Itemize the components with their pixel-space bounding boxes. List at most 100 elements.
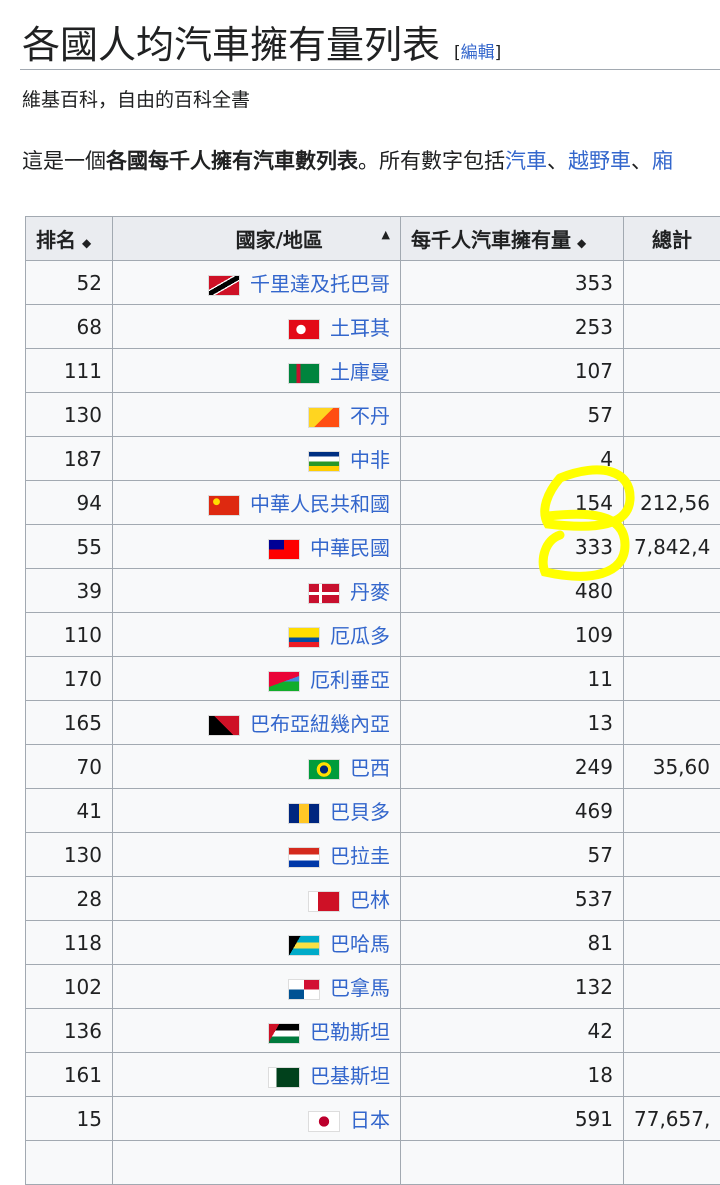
per-1000-cell: 253 xyxy=(401,305,624,349)
flag-icon xyxy=(308,759,340,780)
rank-cell: 94 xyxy=(26,481,113,525)
table-row: 70 巴西 249 35,60 xyxy=(26,745,720,789)
table-row: 55 中華民國 333 7,842,4 xyxy=(26,525,720,569)
country-cell: 丹麥 xyxy=(113,569,401,613)
flag-icon xyxy=(288,627,320,648)
country-link[interactable]: 中華人民共和國 xyxy=(250,492,390,516)
header-rank[interactable]: 排名◆ xyxy=(26,217,113,261)
total-cell xyxy=(624,1141,720,1185)
rank-cell: 52 xyxy=(26,261,113,305)
country-cell: 巴基斯坦 xyxy=(113,1053,401,1097)
country-link[interactable]: 厄瓜多 xyxy=(330,624,390,648)
header-per-1000[interactable]: 每千人汽車擁有量◆ xyxy=(401,217,624,261)
table-row: 39 丹麥 480 xyxy=(26,569,720,613)
table-row: 52 千里達及托巴哥 353 xyxy=(26,261,720,305)
total-cell: 212,56 xyxy=(624,481,720,525)
country-cell: 巴勒斯坦 xyxy=(113,1009,401,1053)
country-link[interactable]: 不丹 xyxy=(350,404,390,428)
edit-section: [編輯] xyxy=(454,43,501,63)
flag-icon xyxy=(288,847,320,868)
table-row: 68 土耳其 253 xyxy=(26,305,720,349)
country-link[interactable]: 巴貝多 xyxy=(330,800,390,824)
link-car[interactable]: 汽車 xyxy=(505,149,547,173)
total-cell xyxy=(624,261,720,305)
rank-cell: 28 xyxy=(26,877,113,921)
table-row: 170 厄利垂亞 11 xyxy=(26,657,720,701)
total-cell xyxy=(624,437,720,481)
country-link[interactable]: 厄利垂亞 xyxy=(310,668,390,692)
country-link[interactable]: 巴哈馬 xyxy=(330,932,390,956)
total-cell xyxy=(624,877,720,921)
page-title: 各國人均汽車擁有量列表[編輯] xyxy=(22,14,501,69)
table-row: 187 中非 4 xyxy=(26,437,720,481)
per-1000-cell: 13 xyxy=(401,701,624,745)
sort-ascending-icon: ▲ xyxy=(382,228,390,241)
table-row: 130 不丹 57 xyxy=(26,393,720,437)
intro-bold: 各國每千人擁有汽車數列表 xyxy=(106,149,358,173)
per-1000-cell: 18 xyxy=(401,1053,624,1097)
per-1000-cell: 353 xyxy=(401,261,624,305)
table-row xyxy=(26,1141,720,1185)
rank-cell: 130 xyxy=(26,393,113,437)
flag-icon xyxy=(308,891,340,912)
flag-icon xyxy=(268,1067,300,1088)
per-1000-cell: 537 xyxy=(401,877,624,921)
table-row: 130 巴拉圭 57 xyxy=(26,833,720,877)
country-link[interactable]: 中非 xyxy=(350,448,390,472)
country-link[interactable]: 千里達及托巴哥 xyxy=(250,272,390,296)
country-link[interactable]: 日本 xyxy=(350,1108,390,1132)
country-link[interactable]: 巴布亞紐幾內亞 xyxy=(250,712,390,736)
car-ownership-table: 排名◆ 國家/地區▲ 每千人汽車擁有量◆ 總計 52 千里達及托巴哥 353 6… xyxy=(25,216,720,1185)
flag-icon xyxy=(288,935,320,956)
country-link[interactable]: 巴林 xyxy=(350,888,390,912)
flag-icon xyxy=(268,1023,300,1044)
country-link[interactable]: 土耳其 xyxy=(330,316,390,340)
country-link[interactable]: 丹麥 xyxy=(350,580,390,604)
header-label: 總計 xyxy=(652,228,692,252)
rank-cell: 187 xyxy=(26,437,113,481)
link-van[interactable]: 廂 xyxy=(652,149,673,173)
per-1000-cell: 11 xyxy=(401,657,624,701)
country-cell: 中華人民共和國 xyxy=(113,481,401,525)
country-cell: 巴貝多 xyxy=(113,789,401,833)
rank-cell: 15 xyxy=(26,1097,113,1141)
per-1000-cell: 154 xyxy=(401,481,624,525)
flag-icon xyxy=(208,715,240,736)
table-row: 111 土庫曼 107 xyxy=(26,349,720,393)
rank-cell: 161 xyxy=(26,1053,113,1097)
total-cell xyxy=(624,921,720,965)
flag-icon xyxy=(288,979,320,1000)
per-1000-cell: 333 xyxy=(401,525,624,569)
country-cell: 厄利垂亞 xyxy=(113,657,401,701)
per-1000-cell: 469 xyxy=(401,789,624,833)
flag-icon xyxy=(288,803,320,824)
country-link[interactable]: 巴西 xyxy=(350,756,390,780)
edit-link[interactable]: 編輯 xyxy=(461,43,495,63)
table-row: 136 巴勒斯坦 42 xyxy=(26,1009,720,1053)
per-1000-cell: 4 xyxy=(401,437,624,481)
per-1000-cell: 109 xyxy=(401,613,624,657)
link-suv[interactable]: 越野車 xyxy=(568,149,631,173)
table-row: 28 巴林 537 xyxy=(26,877,720,921)
country-cell: 中華民國 xyxy=(113,525,401,569)
flag-icon xyxy=(208,275,240,296)
total-cell: 7,842,4 xyxy=(624,525,720,569)
country-cell: 巴布亞紐幾內亞 xyxy=(113,701,401,745)
country-link[interactable]: 巴拉圭 xyxy=(330,844,390,868)
total-cell xyxy=(624,965,720,1009)
country-link[interactable]: 中華民國 xyxy=(310,536,390,560)
header-total[interactable]: 總計 xyxy=(624,217,720,261)
total-cell xyxy=(624,789,720,833)
country-link[interactable]: 巴勒斯坦 xyxy=(310,1020,390,1044)
tagline: 維基百科，自由的百科全書 xyxy=(22,85,250,112)
country-link[interactable]: 巴基斯坦 xyxy=(310,1064,390,1088)
header-country[interactable]: 國家/地區▲ xyxy=(113,217,401,261)
country-link[interactable]: 巴拿馬 xyxy=(330,976,390,1000)
flag-icon xyxy=(308,1111,340,1132)
country-link[interactable]: 土庫曼 xyxy=(330,360,390,384)
country-cell: 厄瓜多 xyxy=(113,613,401,657)
rank-cell: 55 xyxy=(26,525,113,569)
total-cell xyxy=(624,701,720,745)
rank-cell xyxy=(26,1141,113,1185)
rank-cell: 170 xyxy=(26,657,113,701)
